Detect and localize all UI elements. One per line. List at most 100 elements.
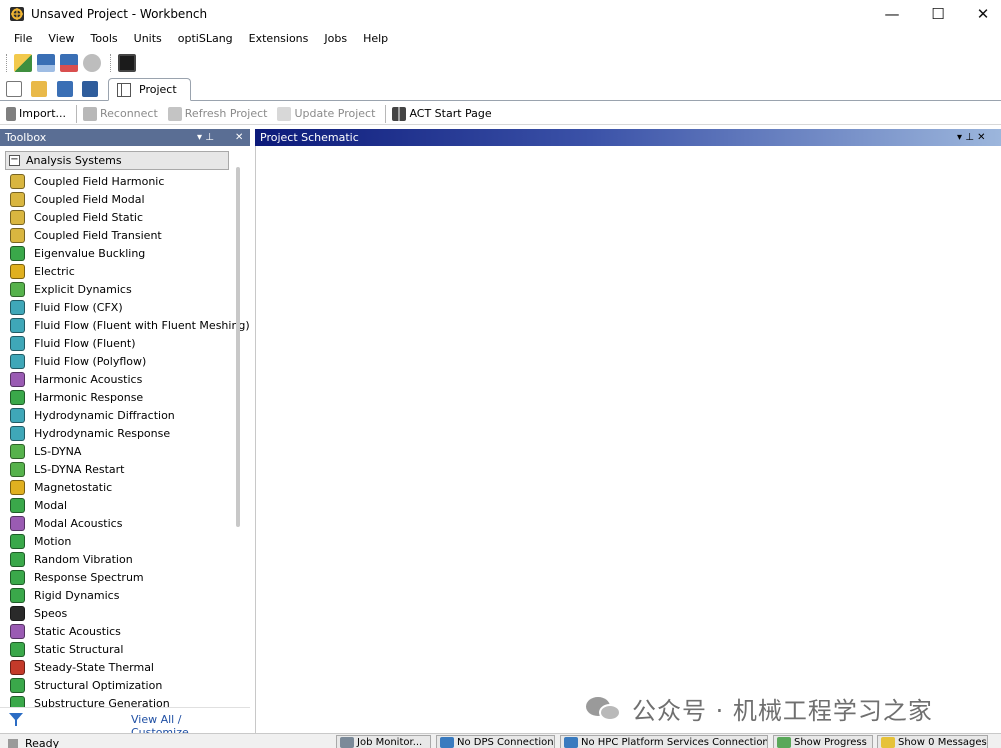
toolbar-grip[interactable] xyxy=(6,54,9,72)
import-button[interactable]: Import... xyxy=(6,106,66,121)
toolbox-item[interactable]: Coupled Field Transient xyxy=(10,226,232,244)
speos-icon xyxy=(10,605,25,621)
toolbox-item[interactable]: Fluid Flow (CFX) xyxy=(10,298,232,316)
save-icon[interactable] xyxy=(37,54,55,72)
toolbox-item[interactable]: Magnetostatic xyxy=(10,478,232,496)
open-project-icon[interactable] xyxy=(14,54,32,72)
show-messages-button[interactable]: Show 0 Messages xyxy=(877,735,988,748)
project-schematic-header: Project Schematic ▾ ⊥ ✕ xyxy=(255,129,1001,146)
toolbox-item-label: Electric xyxy=(34,264,75,278)
filter-icon[interactable] xyxy=(9,713,23,726)
toolbox-item[interactable]: Coupled Field Static xyxy=(10,208,232,226)
toolbox-close-button[interactable]: ✕ xyxy=(235,129,243,146)
toolbox-item[interactable]: Structural Optimization xyxy=(10,676,232,694)
progress-icon xyxy=(777,736,791,748)
tab-row: Project xyxy=(0,77,1001,101)
act-start-page-button[interactable]: ACT Start Page xyxy=(392,106,492,121)
analysis-systems-group[interactable]: − Analysis Systems xyxy=(5,151,229,170)
toolbox-scrollbar[interactable] xyxy=(236,167,240,527)
harmonic-icon xyxy=(10,389,25,405)
toolbox-item[interactable]: Eigenvalue Buckling xyxy=(10,244,232,262)
toolbox-item[interactable]: Substructure Generation xyxy=(10,694,232,707)
menu-optislang[interactable]: optiSLang xyxy=(170,29,241,49)
minimize-button[interactable]: — xyxy=(869,0,915,27)
toolbox-item[interactable]: Modal xyxy=(10,496,232,514)
toolbox-item[interactable]: Random Vibration xyxy=(10,550,232,568)
coupled-field-icon xyxy=(10,209,25,225)
toolbox-item[interactable]: Hydrodynamic Diffraction xyxy=(10,406,232,424)
toolbox-item[interactable]: Fluid Flow (Fluent with Fluent Meshing) xyxy=(10,316,250,334)
open-folder-icon[interactable] xyxy=(31,81,47,97)
toolbox-item[interactable]: Static Structural xyxy=(10,640,232,658)
toolbox-item-label: Fluid Flow (Fluent with Fluent Meshing) xyxy=(34,318,250,332)
menu-extensions[interactable]: Extensions xyxy=(241,29,317,49)
refresh-icon xyxy=(167,106,182,121)
structural-icon xyxy=(10,641,25,657)
hydro-icon xyxy=(10,407,25,423)
toolbox-item[interactable]: Harmonic Acoustics xyxy=(10,370,232,388)
toolbox-item-label: Coupled Field Modal xyxy=(34,192,145,206)
toolbox-item-label: Harmonic Acoustics xyxy=(34,372,143,386)
toolbox-item[interactable]: Speos xyxy=(10,604,232,622)
toolbox-item-label: Rigid Dynamics xyxy=(34,588,120,602)
project-schematic-canvas[interactable] xyxy=(255,146,1001,733)
toolbox-pin-button[interactable]: ▾ ⊥ xyxy=(197,129,214,146)
coupled-field-icon xyxy=(10,227,25,243)
show-progress-button[interactable]: Show Progress xyxy=(773,735,873,748)
toolbox-item[interactable]: Rigid Dynamics xyxy=(10,586,232,604)
toolbox-item[interactable]: Steady-State Thermal xyxy=(10,658,232,676)
update-project-button[interactable]: Update Project xyxy=(277,106,375,121)
save-as-icon[interactable] xyxy=(60,54,78,72)
toolbox-item-label: Explicit Dynamics xyxy=(34,282,132,296)
coupled-field-icon xyxy=(10,191,25,207)
toolbox-item[interactable]: Coupled Field Modal xyxy=(10,190,232,208)
close-window-button[interactable]: ✕ xyxy=(960,0,1001,27)
new-project-icon[interactable] xyxy=(6,81,22,97)
rigid-icon xyxy=(10,587,25,603)
optislang-icon[interactable] xyxy=(118,54,136,72)
toolbox-item[interactable]: Response Spectrum xyxy=(10,568,232,586)
disabled-globe-icon xyxy=(83,54,101,72)
vibration-icon xyxy=(10,551,25,567)
menu-tools[interactable]: Tools xyxy=(83,29,126,49)
toolbox-item-label: Modal xyxy=(34,498,67,512)
toolbox-item[interactable]: Static Acoustics xyxy=(10,622,232,640)
motion-icon xyxy=(10,533,25,549)
toolbox-item[interactable]: LS-DYNA xyxy=(10,442,232,460)
toolbox-item[interactable]: Coupled Field Harmonic xyxy=(10,172,232,190)
tab-project[interactable]: Project xyxy=(108,78,191,101)
menu-jobs[interactable]: Jobs xyxy=(316,29,355,49)
save-project-icon[interactable] xyxy=(57,81,73,97)
title-bar: Unsaved Project - Workbench — ☐ ✕ xyxy=(0,0,1001,27)
menu-file[interactable]: File xyxy=(6,29,40,49)
toolbox-item[interactable]: Explicit Dynamics xyxy=(10,280,232,298)
collapse-icon[interactable]: − xyxy=(9,155,20,166)
toolbox-item[interactable]: LS-DYNA Restart xyxy=(10,460,232,478)
toolbox-item[interactable]: Fluid Flow (Fluent) xyxy=(10,334,232,352)
lightning-icon xyxy=(277,106,292,121)
toolbox-item[interactable]: Motion xyxy=(10,532,232,550)
window-title: Unsaved Project - Workbench xyxy=(31,6,208,21)
reconnect-button[interactable]: Reconnect xyxy=(83,106,158,121)
fluid-icon xyxy=(10,335,25,351)
refresh-project-button[interactable]: Refresh Project xyxy=(167,106,267,121)
menu-view[interactable]: View xyxy=(40,29,82,49)
status-bar: Ready Job Monitor... No DPS Connection N… xyxy=(0,733,1001,748)
toolbox-item[interactable]: Fluid Flow (Polyflow) xyxy=(10,352,232,370)
menu-units[interactable]: Units xyxy=(126,29,170,49)
toolbox-item[interactable]: Hydrodynamic Response xyxy=(10,424,232,442)
job-monitor-button[interactable]: Job Monitor... xyxy=(336,735,431,748)
toolbox-item[interactable]: Electric xyxy=(10,262,232,280)
maximize-button[interactable]: ☐ xyxy=(915,0,961,27)
toolbox-footer: View All / Customize... xyxy=(0,707,250,739)
dps-connection-button[interactable]: No DPS Connection xyxy=(436,735,555,748)
fluid-icon xyxy=(10,299,25,315)
menu-help[interactable]: Help xyxy=(355,29,396,49)
archive-icon[interactable] xyxy=(82,81,98,97)
toolbox-item[interactable]: Harmonic Response xyxy=(10,388,232,406)
toolbox-item-label: Fluid Flow (Polyflow) xyxy=(34,354,147,368)
schematic-controls[interactable]: ▾ ⊥ ✕ xyxy=(957,129,985,146)
hpc-connection-button[interactable]: No HPC Platform Services Connection xyxy=(560,735,768,748)
toolbox-item[interactable]: Modal Acoustics xyxy=(10,514,232,532)
hpc-icon xyxy=(564,736,578,748)
